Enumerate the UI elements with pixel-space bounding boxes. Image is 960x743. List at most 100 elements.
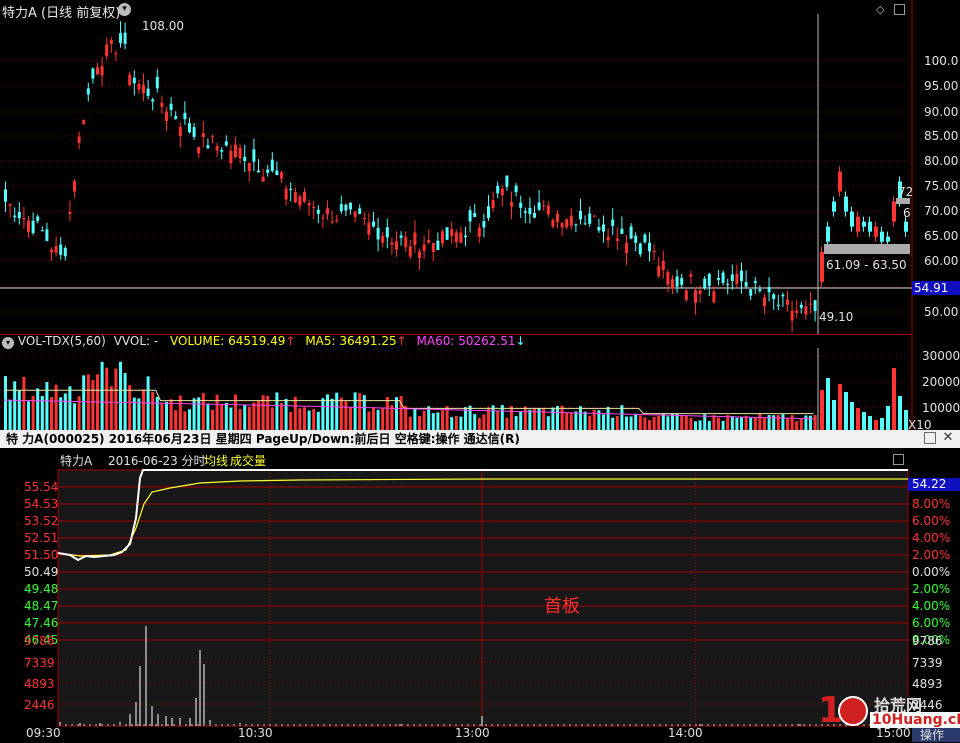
kline-axis-label: 80.00: [924, 154, 959, 168]
candle-body: [4, 189, 7, 202]
candle-body: [303, 192, 306, 202]
volume-panel[interactable]: ▾ VOL-TDX(5,60) VVOL: - VOLUME: 64519.49…: [0, 334, 960, 432]
volume-bar: [289, 411, 293, 430]
volume-axis-label: 7339: [24, 656, 55, 670]
volume-bar: [459, 416, 463, 430]
candle-body: [721, 272, 725, 284]
volume-bar: [574, 411, 578, 430]
volume-bar: [160, 402, 164, 430]
candle-body: [77, 136, 81, 143]
restore-icon[interactable]: [893, 454, 904, 465]
candle-body: [339, 204, 343, 212]
volume-bar: [243, 405, 247, 430]
candle-body: [96, 67, 99, 75]
candle-body: [50, 249, 53, 253]
volume-bar: [735, 417, 739, 430]
volume-bar: [36, 388, 40, 430]
volume-bar: [358, 393, 362, 430]
volume-bar: [468, 405, 472, 430]
volume-bar: [477, 417, 481, 430]
volume-bar: [353, 392, 357, 430]
kline-axis-label: 100.0: [924, 54, 959, 68]
candle-body: [390, 242, 394, 245]
candle-body: [316, 209, 320, 214]
candle-body: [473, 212, 477, 218]
volume-bar: [602, 414, 605, 430]
volume-bar: [707, 421, 711, 430]
candle-body: [579, 210, 582, 220]
candle-body: [758, 289, 762, 291]
volume-bar: [270, 407, 274, 430]
candle-body: [657, 265, 661, 277]
candle-body: [109, 40, 113, 44]
restore-icon[interactable]: [894, 4, 905, 15]
candle-body: [583, 223, 587, 225]
volume-bar: [284, 398, 288, 430]
volume-bar: [753, 417, 757, 430]
volume-bar: [59, 397, 63, 430]
percent-axis-label: 4.00%: [912, 531, 951, 545]
volume-bar: [4, 376, 7, 430]
volume-bar: [799, 418, 803, 430]
kline-panel[interactable]: 特力A (日线 前复权) ▾ 108.00 49.10 61.09 - 63.5…: [0, 0, 960, 334]
volume-label: 成交量: [230, 454, 267, 468]
volume-axis-label: 4893: [24, 677, 55, 691]
close-button[interactable]: ✕: [942, 431, 954, 444]
candle-body: [625, 242, 628, 254]
candle-body: [799, 304, 803, 308]
price-axis-label: 47.46: [24, 616, 59, 630]
maximize-button[interactable]: [924, 432, 936, 444]
candle-body: [620, 228, 624, 234]
candle-body: [54, 246, 58, 253]
intraday-panel[interactable]: 特力A 2016-06-23 分时 均线 成交量 首板 55.54 54.53 53…: [0, 448, 960, 742]
volume-bar: [376, 409, 380, 430]
volume-bar: [874, 420, 878, 430]
indicator-name[interactable]: VOL-TDX(5,60): [18, 334, 106, 348]
volume-bar: [303, 407, 306, 430]
candle-body: [542, 205, 546, 207]
candle-body: [468, 210, 472, 222]
volume-bar: [892, 368, 896, 430]
kline-axis-label: 95.00: [924, 79, 959, 93]
candle-body: [169, 103, 173, 110]
volume-bar: [367, 411, 371, 430]
volume-bar: [395, 397, 398, 430]
volume-axis-label: 20000: [922, 375, 960, 389]
volume-bar: [694, 421, 697, 430]
price-axis-label: 53.52: [24, 514, 59, 528]
volume-bar: [862, 412, 866, 430]
volume-bar: [648, 420, 651, 430]
candle-body: [404, 236, 408, 248]
volume-bar: [680, 415, 684, 430]
volume-bar: [546, 416, 550, 430]
candle-body: [491, 200, 495, 209]
volume-bar: [339, 397, 343, 430]
candle-body: [767, 286, 771, 293]
chevron-down-icon[interactable]: ▾: [118, 3, 131, 16]
volume-bar: [330, 398, 334, 430]
candle-body: [330, 221, 334, 223]
ma60-label: MA60: 50262.51: [416, 334, 516, 348]
volume-bar: [795, 421, 799, 430]
time-label: 09:30: [26, 726, 61, 740]
intraday-window-titlebar[interactable]: 特 力A(000025) 2016年06月23日 星期四 PageUp/Down…: [0, 430, 960, 448]
volume-bar: [431, 413, 435, 430]
candle-body: [59, 244, 63, 255]
volume-bar: [45, 382, 49, 430]
avg-line-label: 均线: [204, 454, 229, 468]
chevron-down-icon[interactable]: ▾: [2, 337, 14, 349]
volume-bar: [229, 407, 233, 430]
candle-body: [27, 220, 30, 232]
candle-body: [275, 170, 279, 176]
volume-bar: [744, 415, 748, 430]
candle-body: [496, 185, 500, 194]
candle-body: [298, 196, 302, 206]
intraday-stock-name: 特力A: [60, 454, 93, 468]
volume-bar: [583, 411, 587, 430]
candle-body: [293, 191, 297, 203]
candle-body: [615, 238, 619, 242]
volume-bar: [321, 398, 325, 430]
current-price-label: 54.22: [912, 477, 947, 491]
volume-bar: [781, 414, 785, 430]
diamond-icon[interactable]: ◇: [876, 3, 884, 16]
